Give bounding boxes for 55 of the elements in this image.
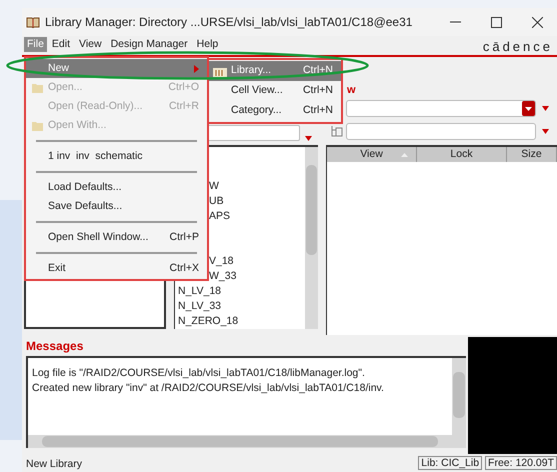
menu-item[interactable]: Edit (50, 37, 72, 52)
view-filter-field[interactable] (346, 123, 536, 140)
menu-item[interactable]: View (77, 37, 104, 52)
menu-item[interactable]: Category... Ctrl+N (209, 101, 341, 121)
menu-item[interactable]: Save Defaults... (26, 197, 207, 216)
folder-icon (32, 120, 44, 130)
vertical-scrollbar[interactable] (305, 147, 318, 329)
dropdown-button[interactable] (522, 101, 535, 116)
caret-icon (525, 106, 532, 110)
menu-item[interactable]: Design Manager (108, 37, 190, 52)
brand-logo: cādence (482, 38, 553, 56)
menu-item[interactable]: Cell View... Ctrl+N (209, 81, 341, 101)
list-item[interactable]: N_LV_18 (178, 284, 222, 299)
menu-item[interactable]: Open Shell Window... Ctrl+P (26, 228, 207, 247)
book-icon (26, 16, 40, 28)
list-item[interactable]: W_33 (209, 269, 236, 284)
menu-item[interactable]: Load Defaults... (26, 178, 207, 197)
submenu-arrow-icon (194, 64, 199, 72)
log-line: Log file is "/RAID2/COURSE/vlsi_lab/vlsi_labTA01/C18/libManager.log". (32, 366, 366, 381)
column-header[interactable]: Lock (417, 147, 507, 162)
folder-icon (32, 82, 44, 92)
view-combo-field[interactable] (346, 100, 536, 117)
hierarchy-icon[interactable] (330, 125, 343, 138)
group-label: w (347, 84, 356, 96)
list-item[interactable]: UB (209, 194, 224, 209)
minimize-icon[interactable] (450, 21, 461, 23)
status-message: New Library (26, 458, 82, 470)
dropdown-icon[interactable] (542, 106, 549, 111)
library-icon (213, 66, 227, 76)
scroll-thumb[interactable] (306, 165, 317, 255)
menu-item[interactable]: Exit Ctrl+X (26, 259, 207, 278)
list-item[interactable]: APS (209, 209, 230, 224)
horizontal-scrollbar[interactable] (28, 435, 452, 448)
scroll-thumb[interactable] (42, 436, 438, 447)
dropdown-icon[interactable] (542, 129, 549, 134)
scroll-thumb[interactable] (453, 372, 465, 418)
log-line: Created new library "inv" at /RAID2/COURSE/vlsi_lab/vlsi_labTA01/C18/inv. (32, 381, 385, 396)
list-item[interactable]: N_ZERO_18 (178, 314, 238, 329)
window-title: Library Manager: Directory ...URSE/vlsi_lab/vlsi_labTA01/C18@ee31 (45, 14, 412, 31)
column-header[interactable]: Size (507, 147, 557, 162)
menu-item[interactable]: Help (194, 37, 220, 52)
dropdown-icon[interactable] (305, 136, 312, 141)
list-item[interactable]: N_LV_33 (178, 299, 222, 314)
close-icon[interactable] (532, 16, 543, 28)
menu-item[interactable]: New (26, 59, 207, 78)
vertical-scrollbar[interactable] (452, 358, 466, 448)
column-header[interactable]: View (327, 147, 417, 162)
list-item[interactable]: V_18 (209, 254, 234, 269)
list-item[interactable]: W (209, 179, 219, 194)
messages-label: Messages (26, 339, 84, 353)
menu-item[interactable]: 1 inv inv schematic (26, 147, 207, 166)
maximize-icon[interactable] (491, 16, 502, 28)
library-status: Lib: CIC_Lib (418, 456, 482, 470)
free-space-status: Free: 120.09T (485, 456, 557, 470)
sort-ascending-icon (401, 152, 408, 156)
